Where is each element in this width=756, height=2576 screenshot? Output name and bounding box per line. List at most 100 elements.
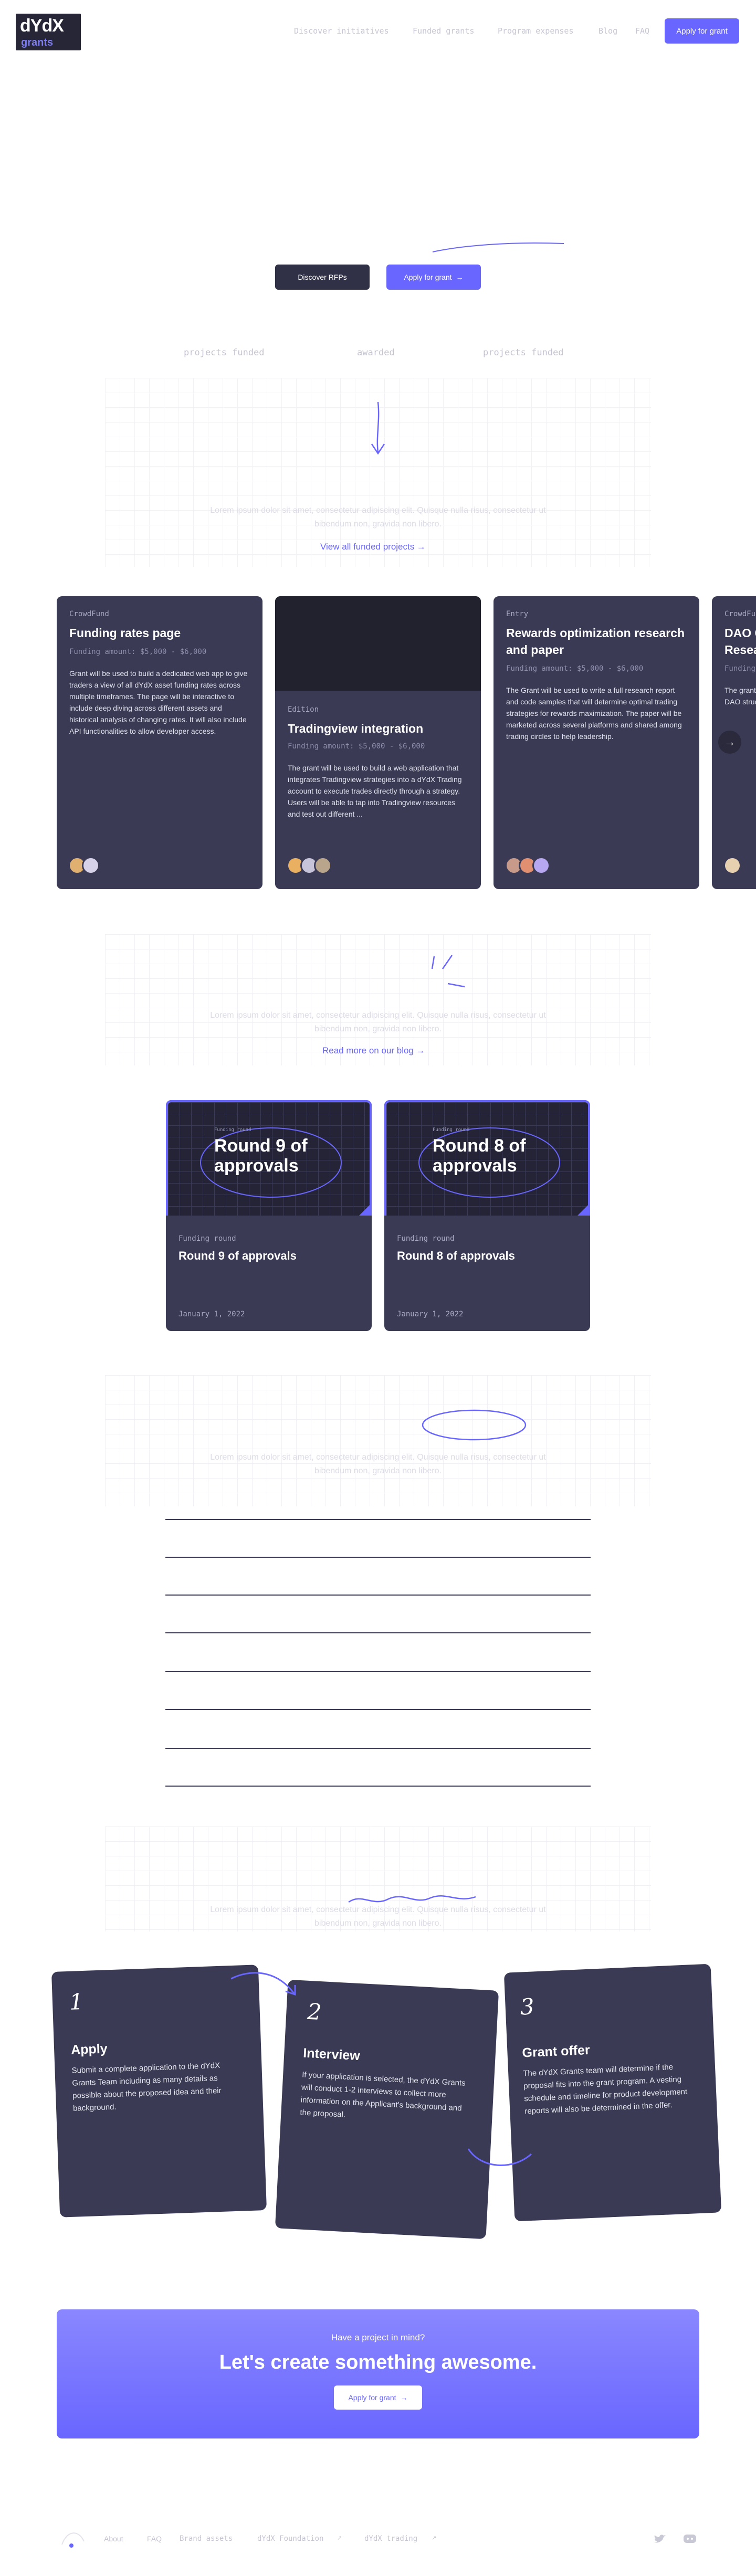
card-title: Tradingview integration — [288, 722, 424, 735]
footer-link-about[interactable]: About — [104, 2535, 123, 2543]
stat-projects-funded-label: projects funded — [184, 347, 265, 358]
card-funding-amount: Funding amount: $5,000 - $6,000 — [69, 648, 207, 656]
footer-link-dydx-foundation[interactable]: dYdX Foundation — [257, 2535, 323, 2543]
blog-card[interactable]: Funding round Round 8 of approvals Fundi… — [384, 1100, 590, 1331]
blog-card-title: Round 8 of approvals — [397, 1249, 515, 1262]
footer-link-faq[interactable]: FAQ — [147, 2535, 162, 2543]
arrow-right-icon: → — [416, 542, 426, 552]
header-apply-button[interactable]: Apply for grant — [665, 18, 739, 44]
process-step-card: 2 Interview If your application is selec… — [275, 1979, 499, 2240]
avatar — [314, 857, 332, 874]
faq-item[interactable] — [165, 1673, 591, 1708]
blog-card-date: January 1, 2022 — [178, 1310, 245, 1318]
avatar — [723, 857, 741, 874]
external-link-icon: ↗ — [432, 2535, 437, 2541]
blog-card-category: Funding round — [178, 1234, 236, 1243]
read-more-blog-label: Read more on our blog — [322, 1046, 414, 1055]
blog-card-badge: Funding round — [214, 1127, 251, 1133]
footer-link-dydx-trading[interactable]: dYdX trading — [364, 2535, 417, 2543]
nav-blog[interactable]: Blog — [598, 26, 617, 36]
cta-apply-button[interactable]: Apply for grant → — [334, 2385, 422, 2410]
stat-awarded-label: awarded — [357, 347, 395, 358]
card-funding-amount: Funding amount: $5,000 - $6,000 — [506, 664, 644, 673]
cta-apply-label: Apply for grant — [348, 2393, 396, 2402]
process-step-card: 1 Apply Submit a complete application to… — [51, 1965, 267, 2218]
view-all-funded-label: View all funded projects — [320, 542, 415, 552]
nav-funded-grants[interactable]: Funded grants — [413, 26, 474, 36]
faq-divider — [165, 1748, 591, 1749]
card-title: Funding rates page — [69, 626, 181, 640]
nav-program-expenses[interactable]: Program expenses — [498, 26, 574, 36]
view-all-funded-link[interactable]: View all funded projects → — [320, 542, 426, 552]
faq-divider — [165, 1519, 591, 1520]
arrow-right-icon: → — [456, 273, 464, 281]
nav-discover-initiatives[interactable]: Discover initiatives — [294, 26, 389, 36]
card-description: The Grant will be used to write a full r… — [506, 686, 682, 741]
card-image — [275, 596, 481, 691]
blog-section-text: Lorem ipsum dolor sit amet, consectetur … — [210, 1011, 546, 1033]
step-description: Submit a complete application to the dYd… — [71, 2061, 222, 2113]
step-title: Grant offer — [521, 2042, 591, 2061]
funded-section-text: Lorem ipsum dolor sit amet, consectetur … — [210, 506, 546, 529]
faq-divider — [165, 1595, 591, 1596]
arrow-right-icon: → — [400, 2393, 408, 2402]
arrow-right-icon: → — [724, 735, 736, 748]
faq-item[interactable] — [165, 1750, 591, 1785]
card-description: Grant will be used to build a dedicated … — [69, 669, 248, 735]
funded-card[interactable]: Edition Tradingview integration Funding … — [275, 596, 481, 889]
sparkle-icon — [431, 955, 465, 988]
cta-kicker: Have a project in mind? — [331, 2332, 425, 2342]
read-more-blog-link[interactable]: Read more on our blog → — [322, 1046, 425, 1056]
stat-projects-funded-label-2: projects funded — [483, 347, 564, 358]
faq-section-text: Lorem ipsum dolor sit amet, consectetur … — [210, 1453, 546, 1475]
step-description: The dYdX Grants team will determine if t… — [522, 2062, 688, 2116]
faq-divider — [165, 1671, 591, 1672]
blog-card-badge: Funding round — [433, 1127, 470, 1133]
faq-item[interactable] — [165, 1634, 591, 1669]
avatar — [532, 857, 550, 874]
logo-subtitle: grants — [21, 37, 54, 48]
step-title: Apply — [70, 2041, 108, 2057]
arrow-right-icon: → — [416, 1046, 425, 1055]
hero-apply-button[interactable]: Apply for grant → — [386, 265, 481, 290]
arrow-down-icon — [371, 402, 385, 455]
card-description: The grant will be used to research DAO s… — [724, 686, 756, 706]
nav-faq[interactable]: FAQ — [635, 26, 649, 36]
faq-divider — [165, 1632, 591, 1633]
step-number: 1 — [69, 1988, 84, 2015]
cta-title: Let's create something awesome. — [219, 2351, 537, 2373]
faq-item[interactable] — [165, 1597, 591, 1631]
blog-card-category: Funding round — [397, 1234, 455, 1243]
avatar — [82, 857, 100, 874]
faq-item[interactable] — [165, 1711, 591, 1746]
blog-card[interactable]: Funding round Round 9 of approvals Fundi… — [166, 1100, 372, 1331]
faq-divider — [165, 1709, 591, 1710]
funded-card[interactable]: Entry Rewards optimization research and … — [494, 596, 699, 889]
card-category: Edition — [288, 705, 319, 714]
card-category: Entry — [506, 610, 529, 618]
process-step-card: 3 Grant offer The dYdX Grants team will … — [503, 1963, 722, 2222]
faq-divider — [165, 1557, 591, 1558]
blog-card-image: Funding round Round 8 of approvals — [384, 1100, 590, 1216]
dydx-grants-logo[interactable]: dYdX grants — [16, 14, 81, 50]
card-category: CrowdFund — [69, 610, 109, 618]
hero-scribble-underline — [432, 242, 564, 252]
faq-item[interactable] — [165, 1521, 591, 1556]
card-funding-amount: Funding amount: $5,000 - $6,000 — [288, 742, 425, 751]
footer-logo-icon[interactable] — [57, 2526, 93, 2552]
discord-icon[interactable] — [682, 2533, 697, 2545]
footer-link-brand-assets[interactable]: Brand assets — [180, 2535, 233, 2543]
hero-apply-label: Apply for grant — [404, 273, 452, 281]
discover-rfps-button[interactable]: Discover RFPs — [275, 265, 370, 290]
faq-grid-background — [105, 1375, 651, 1506]
card-description: The grant will be used to build a web ap… — [288, 764, 462, 818]
step-title: Interview — [302, 2045, 361, 2064]
funded-card[interactable]: CrowdFund Funding rates page Funding amo… — [57, 596, 262, 889]
connector-arrow-icon — [467, 2148, 532, 2166]
step-number: 3 — [519, 1993, 535, 2020]
carousel-next-button[interactable]: → — [718, 731, 741, 754]
twitter-icon[interactable] — [653, 2533, 667, 2545]
faq-item[interactable] — [165, 1559, 591, 1593]
blog-card-title: Round 9 of approvals — [178, 1249, 297, 1262]
external-link-icon: ↗ — [337, 2535, 342, 2541]
